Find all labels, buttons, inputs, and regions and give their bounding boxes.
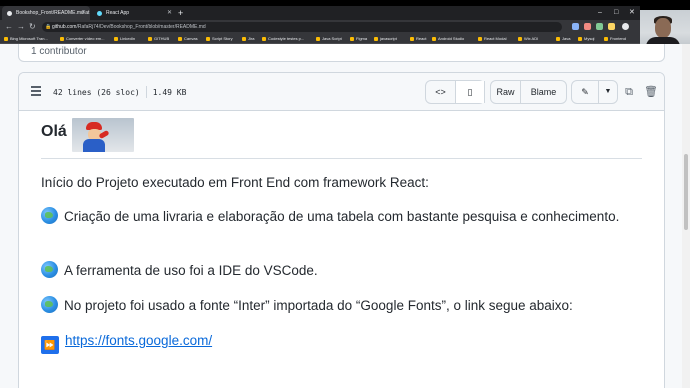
bookmark-item[interactable]: Script Story: [206, 34, 233, 43]
edit-pencil-icon[interactable]: ✎: [571, 80, 599, 104]
outline-list-icon[interactable]: [31, 86, 41, 96]
bookmark-item[interactable]: React: [410, 34, 426, 43]
readme-item-text: A ferramenta de uso foi a IDE do VSCode.: [64, 263, 318, 278]
globe-icon: [41, 261, 58, 278]
globe-icon: [41, 296, 58, 313]
file-header: 42 lines (26 sloc) 1.49 KB <> ▯ Raw Blame…: [19, 73, 664, 111]
line-count: 42 lines (26 sloc): [53, 88, 140, 97]
trash-icon[interactable]: 🗑: [641, 82, 661, 102]
preview-file-icon[interactable]: ▯: [455, 81, 485, 103]
bookmark-item[interactable]: Jira: [242, 34, 254, 43]
url-input[interactable]: 🔒 github.com/RafaRj74/Dev/Bookshop_Front…: [42, 22, 562, 32]
heading-divider: [41, 158, 642, 159]
webcam-person-head: [655, 18, 671, 38]
contributors-box: 1 contributor: [18, 44, 665, 62]
close-tab-icon[interactable]: ✕: [81, 6, 86, 20]
page-scrollbar[interactable]: [682, 44, 690, 388]
github-page: 1 contributor 42 lines (26 sloc) 1.49 KB …: [0, 44, 682, 388]
file-view: 42 lines (26 sloc) 1.49 KB <> ▯ Raw Blame…: [18, 72, 665, 388]
bookmarks-bar: Bing Microsoft Tran... Converter vídeo e…: [0, 34, 640, 44]
tab-strip: Bookshop_Front/README.md at ✕ React App …: [0, 6, 640, 20]
maximize-icon[interactable]: □: [614, 6, 618, 20]
bookmark-item[interactable]: Converter vídeo em...: [60, 34, 104, 43]
extension-icon[interactable]: [596, 23, 603, 30]
view-toggle: <> ▯: [425, 80, 485, 104]
contributors-text[interactable]: 1 contributor: [31, 46, 87, 57]
tab-readme[interactable]: Bookshop_Front/README.md at ✕: [2, 6, 90, 20]
edit-dropdown-chevron-icon[interactable]: ▼: [598, 80, 618, 104]
bookmark-item[interactable]: javascript: [374, 34, 397, 43]
bookmark-item[interactable]: Android Studio: [432, 34, 464, 43]
new-tab-icon[interactable]: +: [178, 6, 183, 20]
bookmark-item[interactable]: Canvas: [178, 34, 198, 43]
bookmark-item[interactable]: Figma: [350, 34, 367, 43]
raw-button[interactable]: Raw: [490, 80, 521, 104]
file-size: 1.49 KB: [152, 88, 187, 97]
mario-image: [72, 118, 134, 152]
extension-icon[interactable]: [572, 23, 579, 30]
extension-icon[interactable]: [584, 23, 591, 30]
forward-icon[interactable]: →: [17, 22, 25, 32]
screen: Bookshop_Front/README.md at ✕ React App …: [0, 0, 690, 388]
back-icon[interactable]: ←: [5, 22, 13, 32]
fast-forward-icon: ⏩: [41, 336, 59, 354]
address-bar-row: ← → ↻ 🔒 github.com/RafaRj74/Dev/Bookshop…: [0, 20, 640, 34]
close-window-icon[interactable]: ✕: [629, 6, 635, 20]
copy-icon[interactable]: ⧉: [619, 82, 639, 102]
bookmark-item[interactable]: React Modal: [478, 34, 506, 43]
bookmark-item[interactable]: Codestyle testes p...: [262, 34, 304, 43]
bookmark-item[interactable]: Frontend: [604, 34, 626, 43]
react-favicon-icon: [97, 11, 102, 16]
url-host: github.com: [52, 24, 77, 30]
reload-icon[interactable]: ↻: [29, 22, 36, 32]
google-fonts-link[interactable]: https://fonts.google.com/: [65, 333, 212, 348]
url-path: /RafaRj74/Dev/Bookshop_Front/blob/master…: [76, 24, 206, 30]
globe-icon: [41, 207, 58, 224]
file-meta: 42 lines (26 sloc) 1.49 KB: [53, 86, 186, 98]
bookmark-item[interactable]: Mysql: [578, 34, 594, 43]
tab-title: React App: [106, 10, 130, 16]
minimize-icon[interactable]: –: [598, 6, 602, 20]
blame-button[interactable]: Blame: [520, 80, 567, 104]
tab-title: Bookshop_Front/README.md at: [16, 10, 90, 16]
bookmark-item[interactable]: Wix ADI: [518, 34, 538, 43]
tab-react-app[interactable]: React App ✕: [92, 6, 176, 20]
bookmark-item[interactable]: LinkedIn: [114, 34, 135, 43]
readme-item: No projeto foi usado a fonte “Inter” imp…: [41, 296, 641, 315]
readme-item-text: No projeto foi usado a fonte “Inter” imp…: [64, 298, 573, 313]
readme-item-text: Criação de uma livraria e elaboração de …: [64, 209, 620, 224]
readme-item: A ferramenta de uso foi a IDE do VSCode.: [41, 261, 641, 280]
bookmark-item[interactable]: GITHUB: [148, 34, 169, 43]
bookmark-item[interactable]: Bing Microsoft Tran...: [4, 34, 48, 43]
bookmark-item[interactable]: Java: [556, 34, 570, 43]
scrollbar-thumb[interactable]: [684, 154, 688, 230]
close-tab-icon[interactable]: ✕: [167, 6, 172, 20]
extension-icon[interactable]: [608, 23, 615, 30]
readme-link-row: ⏩ https://fonts.google.com/: [41, 331, 641, 354]
lock-icon: 🔒: [45, 24, 52, 30]
readme-intro: Início do Projeto executado em Front End…: [41, 175, 429, 190]
github-favicon-icon: [7, 11, 12, 16]
code-view-icon[interactable]: <>: [426, 81, 455, 103]
webcam-overlay: [640, 10, 690, 48]
readme-title: Olá: [41, 123, 67, 140]
readme-item: Criação de uma livraria e elaboração de …: [41, 207, 641, 226]
profile-avatar-icon[interactable]: [622, 23, 629, 30]
bookmark-item[interactable]: Java Script: [316, 34, 342, 43]
